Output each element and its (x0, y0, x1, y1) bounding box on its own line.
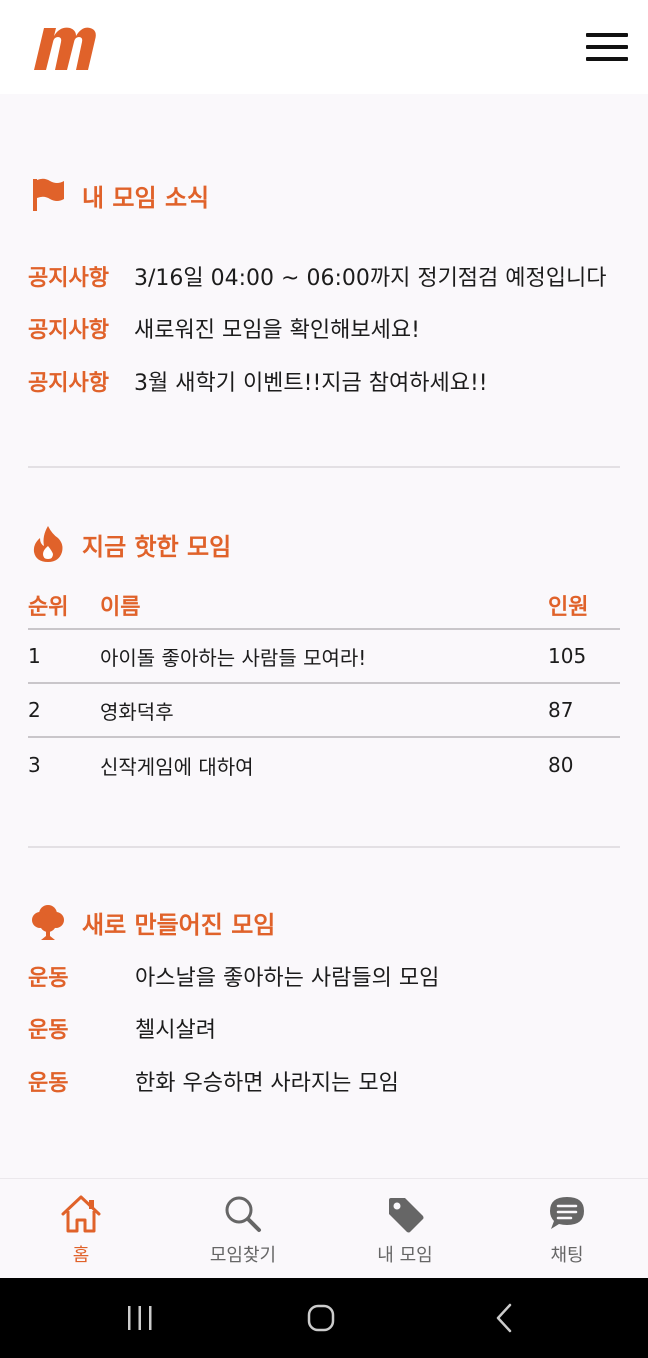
category-label: 운동 (28, 966, 69, 991)
chat-bubble-icon (486, 1193, 648, 1235)
new-groups-header: 새로 만들어진 모임 (28, 902, 275, 942)
count-cell: 80 (548, 753, 574, 777)
notice-item[interactable]: 공지사항 3/16일 04:00 ~ 06:00까지 정기점검 예정입니다 (28, 256, 618, 296)
column-header-count: 인원 (548, 595, 589, 620)
fire-icon (28, 524, 68, 564)
my-group-news-header: 내 모임 소식 (28, 175, 209, 215)
flag-icon (28, 175, 68, 215)
bottom-nav: 홈 모임찾기 내 모임 채팅 (0, 1178, 648, 1278)
new-group-item[interactable]: 운동 첼시살려 (28, 1008, 216, 1048)
nav-home[interactable]: 홈 (0, 1179, 162, 1279)
table-row[interactable]: 2 영화덕후 87 (28, 684, 620, 738)
hot-groups-table: 순위 이름 인원 1 아이돌 좋아하는 사람들 모여라! 105 2 영화덕후 … (28, 582, 620, 792)
column-header-name: 이름 (100, 595, 141, 620)
new-group-item[interactable]: 운동 한화 우승하면 사라지는 모임 (28, 1061, 399, 1101)
notice-text: 새로워진 모임을 확인해보세요! (134, 318, 420, 343)
rank-cell: 2 (28, 698, 41, 722)
notice-text: 3월 새학기 이벤트!!지금 참여하세요!! (134, 371, 488, 396)
notice-item[interactable]: 공지사항 새로워진 모임을 확인해보세요! (28, 308, 618, 348)
nav-label: 내 모임 (377, 1245, 433, 1266)
home-button-icon[interactable] (291, 1296, 351, 1340)
app-header (0, 0, 648, 94)
notice-tag: 공지사항 (28, 266, 109, 291)
menu-icon[interactable] (586, 33, 628, 61)
nav-chat[interactable]: 채팅 (486, 1179, 648, 1279)
nav-label: 모임찾기 (209, 1245, 277, 1266)
table-header: 순위 이름 인원 (28, 582, 620, 630)
column-header-rank: 순위 (28, 595, 69, 620)
nav-my-groups[interactable]: 내 모임 (324, 1179, 486, 1279)
count-cell: 87 (548, 698, 574, 722)
notice-tag: 공지사항 (28, 318, 109, 343)
rank-cell: 1 (28, 644, 41, 668)
back-icon[interactable] (474, 1296, 534, 1340)
notice-item[interactable]: 공지사항 3월 새학기 이벤트!!지금 참여하세요!! (28, 361, 618, 401)
nav-label: 채팅 (550, 1245, 584, 1266)
section-title: 새로 만들어진 모임 (82, 910, 276, 939)
system-nav-bar (0, 1278, 648, 1358)
logo-m-icon (34, 27, 96, 70)
nav-find-groups[interactable]: 모임찾기 (162, 1179, 324, 1279)
new-group-item[interactable]: 운동 아스날을 좋아하는 사람들의 모임 (28, 956, 439, 996)
group-name: 첼시살려 (135, 1018, 216, 1043)
notice-text: 3/16일 04:00 ~ 06:00까지 정기점검 예정입니다 (134, 266, 607, 291)
notice-tag: 공지사항 (28, 371, 109, 396)
group-name: 아스날을 좋아하는 사람들의 모임 (135, 966, 440, 991)
table-row[interactable]: 3 신작게임에 대하여 80 (28, 738, 620, 792)
home-icon (0, 1193, 162, 1235)
section-title: 내 모임 소식 (82, 183, 210, 212)
table-row[interactable]: 1 아이돌 좋아하는 사람들 모여라! 105 (28, 630, 620, 684)
section-divider (28, 846, 620, 848)
section-divider (28, 466, 620, 468)
count-cell: 105 (548, 644, 587, 668)
recent-apps-icon[interactable] (110, 1296, 170, 1340)
name-cell: 아이돌 좋아하는 사람들 모여라! (100, 645, 367, 670)
section-title: 지금 핫한 모임 (82, 532, 232, 561)
category-label: 운동 (28, 1071, 69, 1096)
tree-icon (28, 902, 68, 942)
nav-label: 홈 (72, 1245, 90, 1266)
category-label: 운동 (28, 1018, 69, 1043)
app-logo[interactable] (32, 24, 98, 72)
name-cell: 신작게임에 대하여 (100, 754, 254, 779)
search-icon (162, 1193, 324, 1235)
hot-groups-header: 지금 핫한 모임 (28, 524, 231, 564)
name-cell: 영화덕후 (100, 699, 174, 724)
rank-cell: 3 (28, 753, 41, 777)
group-name: 한화 우승하면 사라지는 모임 (135, 1071, 399, 1096)
tag-icon (324, 1193, 486, 1235)
